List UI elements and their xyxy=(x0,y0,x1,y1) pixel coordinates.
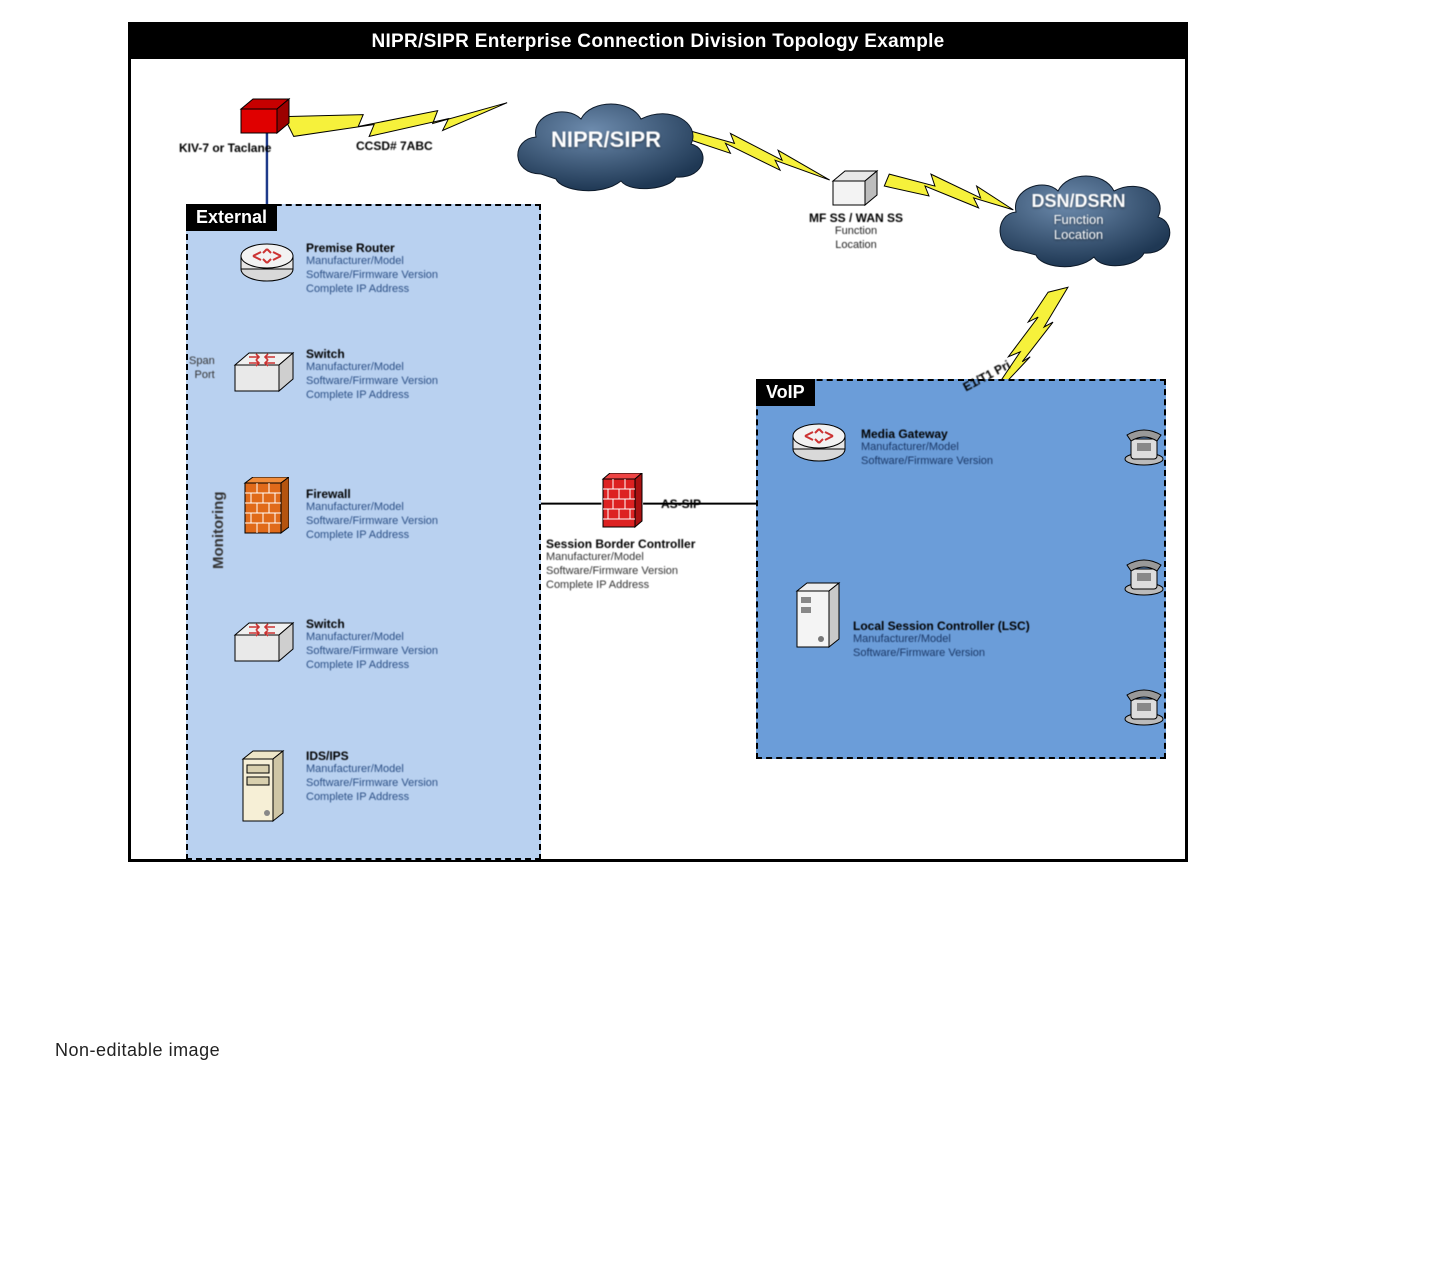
mfss-l1: Function xyxy=(771,225,941,239)
dsn-title: DSN/DSRN xyxy=(1031,191,1125,211)
switch1-l2: Software/Firmware Version xyxy=(306,375,438,389)
diagram-frame: NIPR/SIPR Enterprise Connection Division… xyxy=(128,22,1188,862)
ids-title: IDS/IPS xyxy=(306,749,438,763)
premise-router-title: Premise Router xyxy=(306,241,438,255)
media-gw-title: Media Gateway xyxy=(861,427,993,441)
switch2-l1: Manufacturer/Model xyxy=(306,631,438,645)
firewall-l1: Manufacturer/Model xyxy=(306,501,438,515)
crypto-device-icon xyxy=(239,97,294,137)
mfss-l2: Location xyxy=(771,239,941,253)
span-port-label: Span Port xyxy=(189,355,215,383)
switch-icon xyxy=(231,349,297,393)
title-bar: NIPR/SIPR Enterprise Connection Division… xyxy=(131,25,1185,59)
premise-router-l1: Manufacturer/Model xyxy=(306,255,438,269)
phone-icon xyxy=(1123,557,1165,597)
dsn-label: DSN/DSRN Function Location xyxy=(986,191,1171,242)
footer-caption: Non-editable image xyxy=(55,1040,220,1061)
switch2-title: Switch xyxy=(306,617,438,631)
switch1-block: Switch Manufacturer/Model Software/Firmw… xyxy=(306,347,438,402)
firewall-icon xyxy=(243,477,289,537)
premise-router-block: Premise Router Manufacturer/Model Softwa… xyxy=(306,241,438,296)
ids-l1: Manufacturer/Model xyxy=(306,763,438,777)
lsc-title: Local Session Controller (LSC) xyxy=(853,619,1030,633)
sbc-block: Session Border Controller Manufacturer/M… xyxy=(546,537,695,592)
ids-block: IDS/IPS Manufacturer/Model Software/Firm… xyxy=(306,749,438,804)
mfss-device-icon xyxy=(831,169,881,207)
monitoring-label: Monitoring xyxy=(210,492,227,569)
switch2-l3: Complete IP Address xyxy=(306,659,438,673)
mfss-block: MF SS / WAN SS Function Location xyxy=(771,211,941,253)
media-gw-block: Media Gateway Manufacturer/Model Softwar… xyxy=(861,427,993,469)
premise-router-l2: Software/Firmware Version xyxy=(306,269,438,283)
media-gateway-icon xyxy=(791,421,847,463)
phone-icon xyxy=(1123,687,1165,727)
server-tower-icon xyxy=(239,747,289,825)
nipr-sipr-cloud: NIPR/SIPR xyxy=(501,89,711,199)
bolt-left-icon xyxy=(284,103,507,137)
sbc-l3: Complete IP Address xyxy=(546,579,695,593)
sbc-title: Session Border Controller xyxy=(546,537,695,551)
dsn-sub2: Location xyxy=(986,227,1171,242)
firewall-title: Firewall xyxy=(306,487,438,501)
lsc-server-icon xyxy=(793,581,845,651)
sbc-l1: Manufacturer/Model xyxy=(546,551,695,565)
firewall-block: Firewall Manufacturer/Model Software/Fir… xyxy=(306,487,438,542)
nipr-label: NIPR/SIPR xyxy=(501,127,711,153)
sbc-l2: Software/Firmware Version xyxy=(546,565,695,579)
router-icon xyxy=(239,241,295,283)
lsc-l2: Software/Firmware Version xyxy=(853,647,1030,661)
lsc-block: Local Session Controller (LSC) Manufactu… xyxy=(853,619,1030,661)
switch1-title: Switch xyxy=(306,347,438,361)
switch1-l3: Complete IP Address xyxy=(306,389,438,403)
switch2-block: Switch Manufacturer/Model Software/Firmw… xyxy=(306,617,438,672)
diagram-canvas: NIPR/SIPR DSN/DSRN Function Location KIV… xyxy=(131,59,1185,857)
switch1-l1: Manufacturer/Model xyxy=(306,361,438,375)
phone-icon xyxy=(1123,427,1165,467)
voip-zone-label: VoIP xyxy=(756,379,815,406)
sbc-firewall-icon xyxy=(601,473,643,531)
switch-icon xyxy=(231,619,297,663)
external-zone-label: External xyxy=(186,204,277,231)
switch2-l2: Software/Firmware Version xyxy=(306,645,438,659)
lsc-l1: Manufacturer/Model xyxy=(853,633,1030,647)
media-gw-l1: Manufacturer/Model xyxy=(861,441,993,455)
firewall-l3: Complete IP Address xyxy=(306,529,438,543)
firewall-l2: Software/Firmware Version xyxy=(306,515,438,529)
dsn-sub1: Function xyxy=(986,212,1171,227)
mfss-title: MF SS / WAN SS xyxy=(771,211,941,225)
ccsd-label: CCSD# 7ABC xyxy=(356,139,433,153)
ids-l3: Complete IP Address xyxy=(306,791,438,805)
premise-router-l3: Complete IP Address xyxy=(306,283,438,297)
dsn-dsrn-cloud: DSN/DSRN Function Location xyxy=(986,159,1171,279)
ids-l2: Software/Firmware Version xyxy=(306,777,438,791)
assip-label: AS-SIP xyxy=(661,497,701,511)
kiv-label: KIV-7 or Taclane xyxy=(179,141,271,155)
media-gw-l2: Software/Firmware Version xyxy=(861,455,993,469)
